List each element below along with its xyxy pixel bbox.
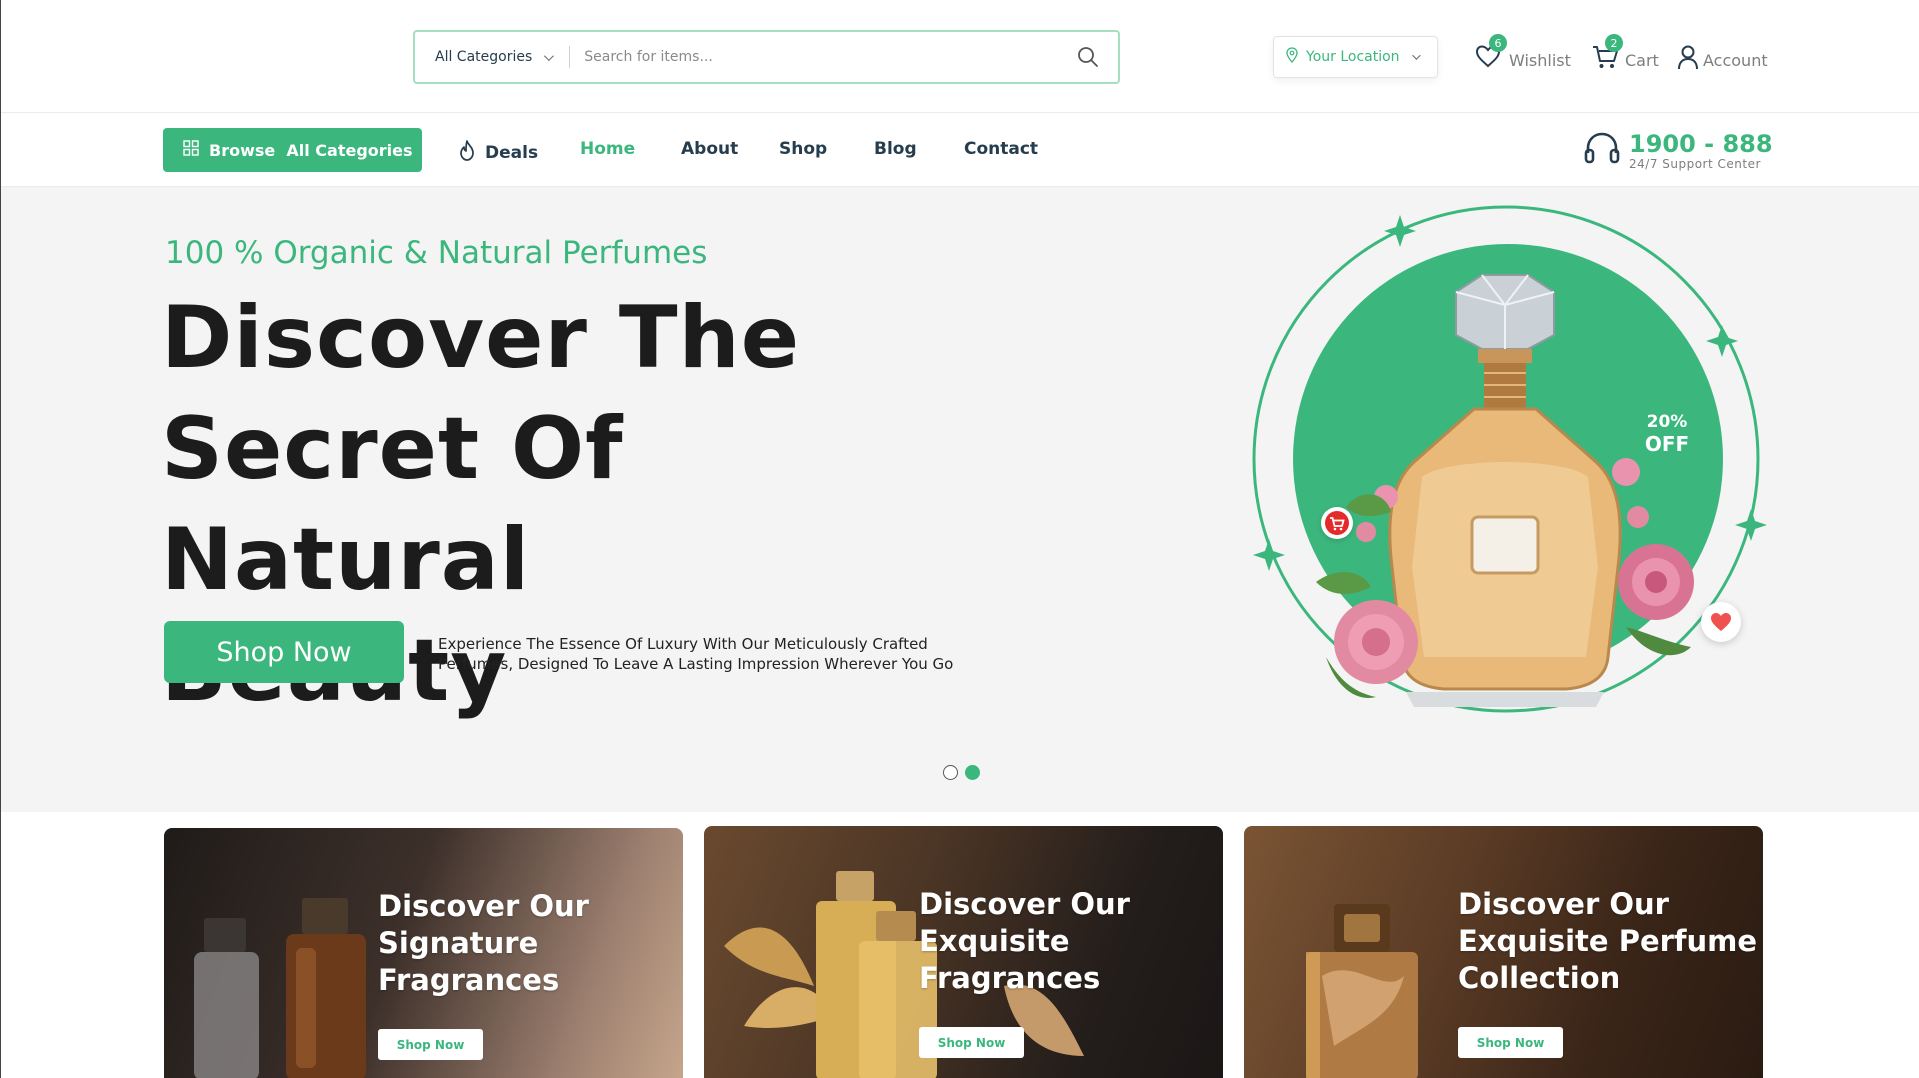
- headset-icon: [1583, 131, 1621, 171]
- heart-icon: 6: [1475, 34, 1507, 70]
- promo-shop-now-button[interactable]: Shop Now: [919, 1027, 1024, 1058]
- promo-title-line: Fragrances: [919, 961, 1101, 995]
- hero-headline-line: Secret Of: [161, 399, 624, 499]
- hero-slider: 100 % Organic & Natural Perfumes Discove…: [1, 187, 1919, 812]
- wishlist-link[interactable]: 6 Wishlist: [1475, 34, 1571, 70]
- chevron-down-icon: [1411, 51, 1421, 60]
- wishlist-count-badge: 6: [1489, 34, 1507, 52]
- search-bar: All Categories: [413, 30, 1120, 84]
- promo-banner-3: Discover Our Exquisite Perfume Collectio…: [1244, 826, 1763, 1078]
- promo-banner-title: Discover Our Exquisite Perfume Collectio…: [1458, 886, 1757, 997]
- page: All Categories Your Location 6 Wishlist: [0, 0, 1919, 1078]
- promo-title-line: Collection: [1458, 961, 1621, 995]
- add-to-cart-icon[interactable]: [1321, 507, 1353, 539]
- browse-categories-button[interactable]: Browse All Categories: [163, 128, 437, 172]
- discount-label: OFF: [1644, 432, 1690, 456]
- wishlist-label: Wishlist: [1509, 51, 1571, 70]
- cart-link[interactable]: 2 Cart: [1591, 34, 1659, 70]
- discount-percent: 20%: [1646, 412, 1688, 432]
- slider-pagination: [943, 765, 980, 780]
- promo-title-line: Signature: [378, 926, 539, 960]
- nav-item-label: Blog: [874, 139, 917, 159]
- support-label: 24/7 Support Center: [1629, 157, 1761, 171]
- hero-description: Experience The Essence Of Luxury With Ou…: [438, 635, 954, 673]
- search-icon[interactable]: [1058, 32, 1118, 82]
- promo-banner-title: Discover Our Signature Fragrances: [378, 888, 589, 999]
- nav-item-home[interactable]: Home: [580, 139, 635, 159]
- promo-shop-now-button[interactable]: Shop Now: [378, 1029, 483, 1060]
- location-pin-icon: [1286, 47, 1298, 67]
- nav-item-contact[interactable]: Contact: [964, 139, 1038, 159]
- top-header: All Categories Your Location 6 Wishlist: [1, 0, 1919, 113]
- slider-dot-active[interactable]: [965, 765, 980, 780]
- user-icon: [1677, 44, 1699, 70]
- nav-item-label: Home: [580, 139, 636, 159]
- hero-headline-line: Discover The: [161, 288, 801, 388]
- search-input[interactable]: [570, 49, 1058, 65]
- promo-banner-1: Discover Our Signature Fragrances Shop N…: [164, 828, 683, 1078]
- cart-count-badge: 2: [1605, 34, 1623, 52]
- promo-title-line: Exquisite Perfume: [1458, 924, 1758, 958]
- cart-label: Cart: [1625, 51, 1659, 70]
- cart-icon: 2: [1591, 34, 1623, 70]
- account-link[interactable]: Account: [1677, 44, 1768, 70]
- promo-title-line: Discover Our: [919, 887, 1130, 921]
- hero-shop-now-button[interactable]: Shop Now: [164, 621, 404, 683]
- perfume-bottle-illustration: [1252, 205, 1767, 713]
- category-select-label: All Categories: [435, 49, 533, 65]
- chevron-down-icon: [544, 50, 555, 61]
- support-text: 1900 - 888 24/7 Support Center: [1629, 131, 1773, 171]
- nav-item-deals[interactable]: Deals: [457, 139, 538, 166]
- promo-title-line: Exquisite: [919, 924, 1070, 958]
- location-label: Your Location: [1306, 49, 1400, 65]
- nav-item-label: Contact: [964, 139, 1039, 159]
- nav-item-about[interactable]: About: [681, 139, 738, 159]
- category-select[interactable]: All Categories: [415, 46, 571, 68]
- browse-categories-label: Browse All Categories: [209, 140, 413, 160]
- nav-item-label: Deals: [485, 142, 539, 163]
- account-label: Account: [1703, 51, 1768, 70]
- nav-item-shop[interactable]: Shop: [779, 139, 827, 159]
- slider-dot[interactable]: [943, 765, 958, 780]
- hero-headline-line: Natural Beauty: [161, 510, 531, 721]
- support-phone[interactable]: 1900 - 888: [1629, 131, 1773, 157]
- hero-eyebrow: 100 % Organic & Natural Perfumes: [165, 235, 708, 271]
- discount-badge: 20% OFF: [1629, 395, 1705, 471]
- promo-banner-2: Discover Our Exquisite Fragrances Shop N…: [704, 826, 1223, 1078]
- promo-banner-title: Discover Our Exquisite Fragrances: [919, 886, 1130, 997]
- chevron-down-icon: [430, 144, 437, 152]
- promo-shop-now-button[interactable]: Shop Now: [1458, 1027, 1563, 1058]
- promo-title-line: Discover Our: [1458, 887, 1669, 921]
- nav-item-label: About: [681, 139, 739, 159]
- location-selector[interactable]: Your Location: [1273, 36, 1438, 78]
- support-center: 1900 - 888 24/7 Support Center: [1583, 131, 1773, 171]
- nav-item-blog[interactable]: Blog: [874, 139, 917, 159]
- grid-icon: [183, 140, 199, 160]
- favorite-heart-icon[interactable]: [1701, 602, 1741, 642]
- promo-title-line: Discover Our: [378, 889, 589, 923]
- main-navigation: Browse All Categories Deals Home About S…: [1, 113, 1919, 187]
- promo-title-line: Fragrances: [378, 963, 560, 997]
- fire-icon: [457, 139, 477, 166]
- nav-item-label: Shop: [779, 139, 828, 159]
